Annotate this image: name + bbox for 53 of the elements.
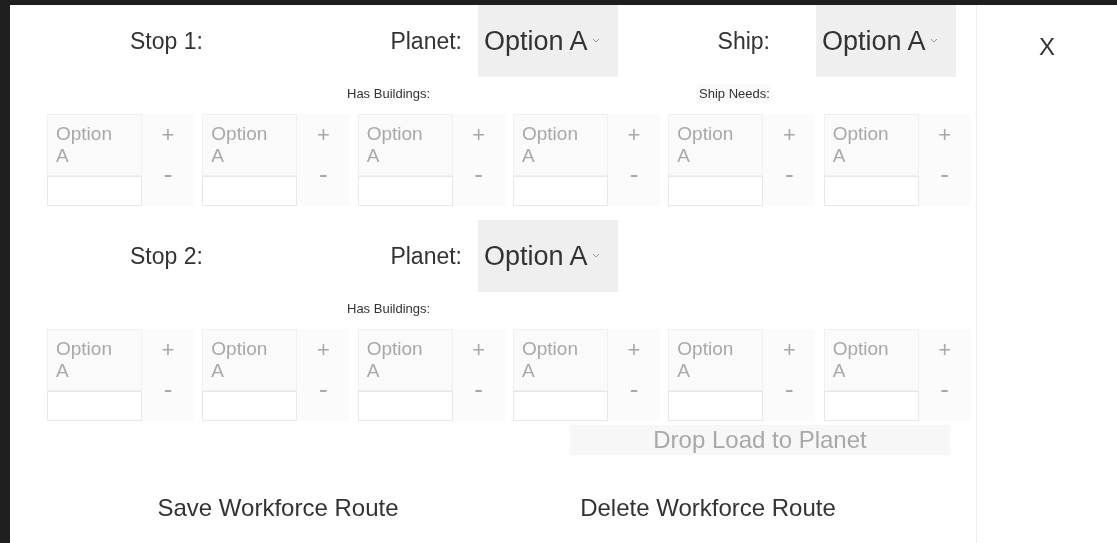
option-dropdown[interactable]: Option A [47, 114, 142, 176]
plus-button[interactable]: + [452, 114, 505, 154]
plus-button[interactable]: + [452, 329, 505, 369]
chevron-icon [591, 253, 600, 259]
buildings-label: Has Buildings: [347, 84, 432, 103]
needs-label: Ship Needs: [697, 83, 772, 104]
minus-button[interactable]: - [763, 369, 816, 409]
plus-button[interactable]: + [763, 329, 816, 369]
plus-button[interactable]: + [142, 114, 194, 154]
option-dropdown[interactable]: Option A [47, 329, 142, 391]
plus-button[interactable]: + [918, 329, 971, 369]
minus-button[interactable]: - [142, 369, 194, 409]
close-button[interactable]: X [1039, 29, 1055, 59]
option-dropdown[interactable]: Option A [668, 329, 764, 391]
plus-button[interactable]: + [297, 329, 350, 369]
minus-button[interactable]: - [297, 369, 350, 409]
minus-button[interactable]: - [142, 154, 194, 194]
plus-button[interactable]: + [763, 114, 816, 154]
option-dropdown[interactable]: Option A [816, 5, 956, 77]
option-dropdown[interactable]: Option A [823, 114, 919, 176]
option-dropdown[interactable]: Option A [478, 5, 618, 77]
planet-label: Planet: [389, 26, 463, 56]
chevron-icon [591, 38, 600, 44]
option-dropdown[interactable]: Option A [202, 114, 298, 176]
option-dropdown[interactable]: Option A [202, 329, 298, 391]
planet-label: Planet: [389, 241, 463, 271]
option-dropdown[interactable]: Option A [513, 114, 608, 176]
plus-button[interactable]: + [608, 114, 660, 154]
option-dropdown[interactable]: Option A [668, 114, 764, 176]
option-dropdown[interactable]: Option A [357, 329, 453, 391]
minus-button[interactable]: - [608, 154, 660, 194]
plus-button[interactable]: + [918, 114, 971, 154]
plus-button[interactable]: + [608, 329, 660, 369]
minus-button[interactable]: - [297, 154, 350, 194]
ship-label: Ship: [716, 26, 771, 56]
stop-label: Stop 2: [130, 241, 204, 271]
minus-button[interactable]: - [918, 369, 971, 409]
option-dropdown[interactable]: Option A [478, 220, 618, 292]
plus-button[interactable]: + [297, 114, 350, 154]
minus-button[interactable]: - [763, 154, 816, 194]
minus-button[interactable]: - [608, 369, 660, 409]
save-button[interactable]: Save Workforce Route [108, 488, 448, 528]
option-dropdown[interactable]: Option A [357, 114, 453, 176]
delete-button[interactable]: Delete Workforce Route [528, 488, 888, 528]
buildings-label: Has Buildings: [347, 299, 432, 318]
minus-button[interactable]: - [452, 154, 505, 194]
minus-button[interactable]: - [918, 154, 971, 194]
option-dropdown[interactable]: Option A [513, 329, 608, 391]
minus-button[interactable]: - [452, 369, 505, 409]
stop-label: Stop 1: [130, 26, 204, 56]
plus-button[interactable]: + [142, 329, 194, 369]
option-dropdown[interactable]: Option A [823, 329, 919, 391]
chevron-icon [929, 38, 938, 44]
